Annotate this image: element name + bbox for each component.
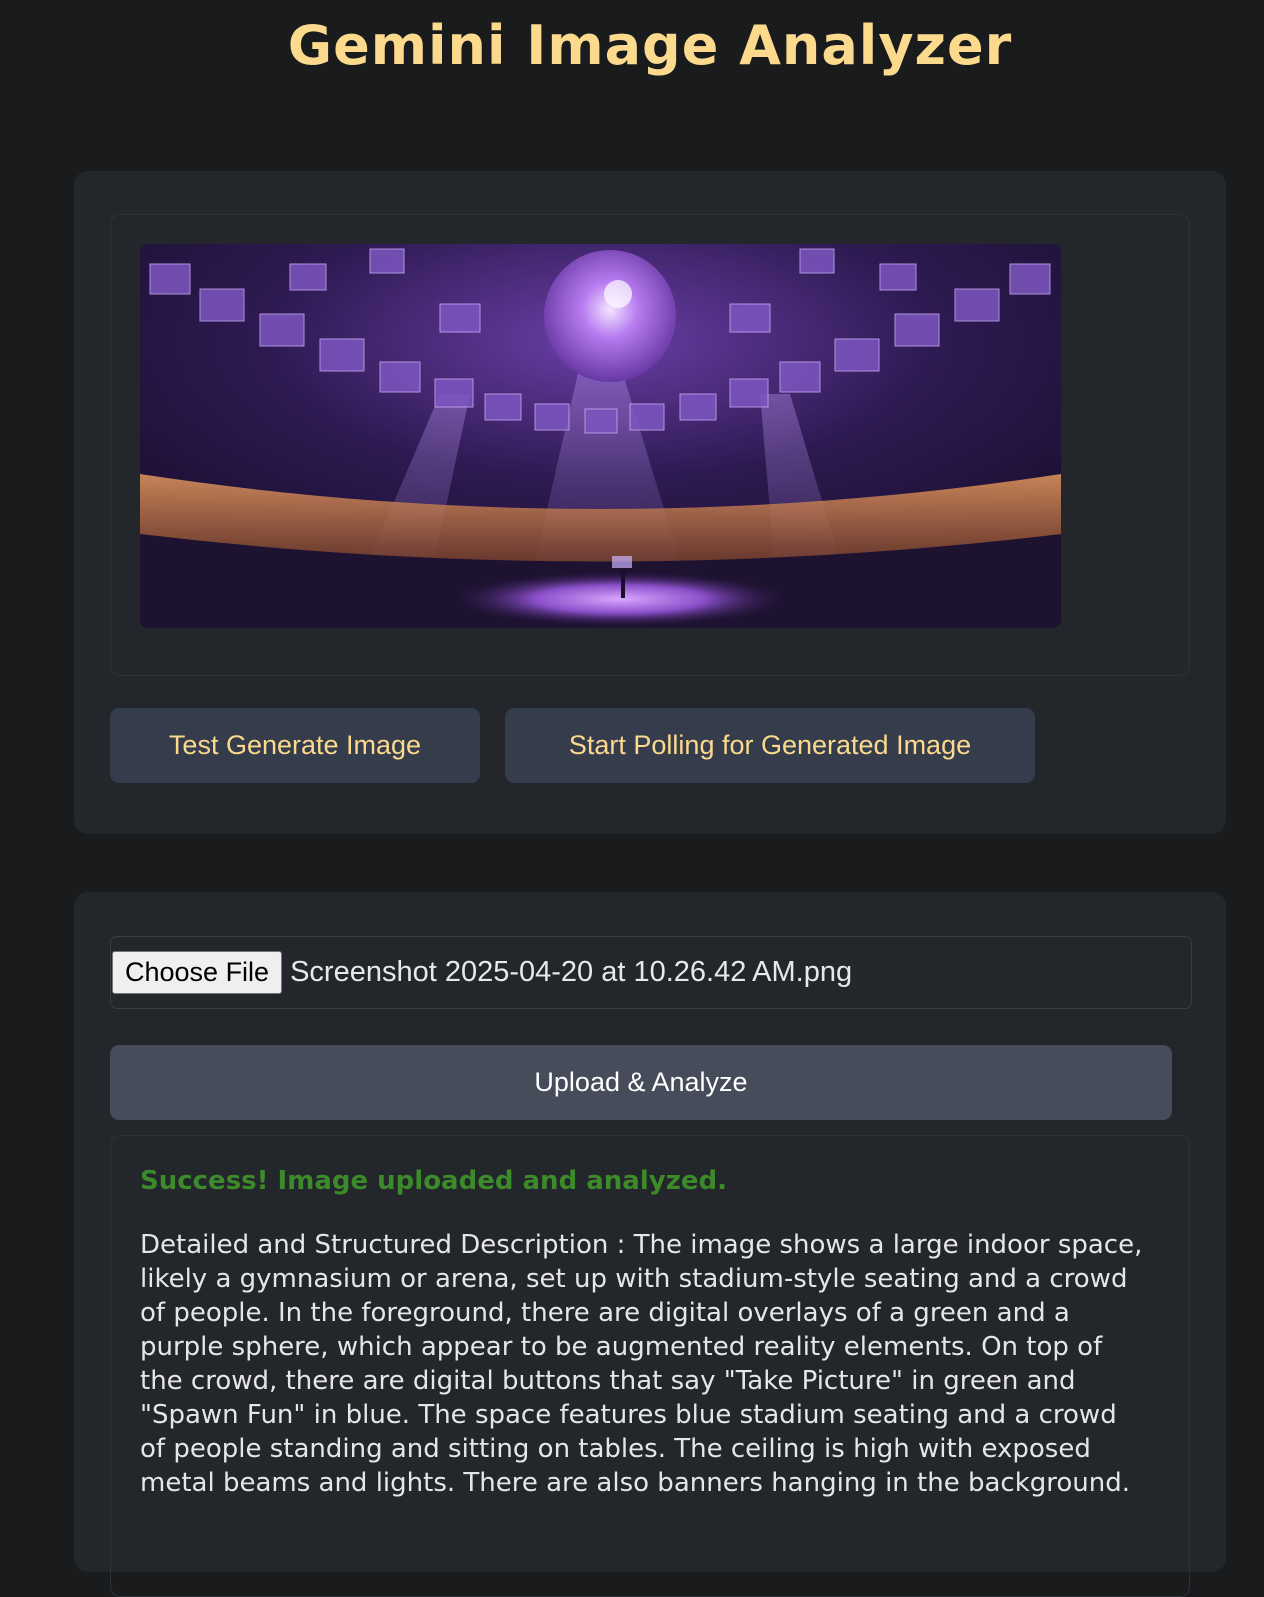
test-generate-image-button[interactable]: Test Generate Image [110, 708, 480, 783]
start-polling-button[interactable]: Start Polling for Generated Image [505, 708, 1035, 783]
analysis-description: Detailed and Structured Description : Th… [140, 1230, 1143, 1498]
upload-card: Choose File Screenshot 2025-04-20 at 10.… [74, 892, 1226, 1597]
generated-image-frame [110, 214, 1190, 676]
choose-file-button[interactable]: Choose File [112, 951, 283, 994]
generated-image [140, 244, 1061, 628]
generator-card: Test Generate Image Start Polling for Ge… [74, 171, 1226, 834]
status-message: Success! Image uploaded and analyzed. [140, 1166, 727, 1196]
result-panel: Success! Image uploaded and analyzed. De… [110, 1135, 1190, 1597]
page-title: Gemini Image Analyzer [287, 14, 1013, 77]
file-input[interactable]: Choose File Screenshot 2025-04-20 at 10.… [110, 936, 1192, 1009]
selected-file-name: Screenshot 2025-04-20 at 10.26.42 AM.png [290, 956, 853, 988]
upload-analyze-button[interactable]: Upload & Analyze [110, 1045, 1172, 1120]
